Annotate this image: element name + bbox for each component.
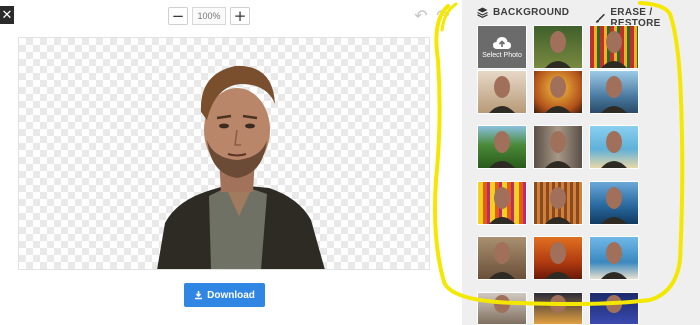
background-thumb[interactable] xyxy=(589,181,639,225)
redo-icon[interactable]: ↷ xyxy=(434,6,452,25)
zoom-controls: − 100% + xyxy=(168,7,250,25)
background-thumb[interactable] xyxy=(533,236,583,280)
background-thumb[interactable] xyxy=(477,70,527,114)
download-label: Download xyxy=(207,289,255,301)
background-thumb[interactable] xyxy=(533,125,583,169)
background-thumb[interactable] xyxy=(477,125,527,169)
background-thumb[interactable] xyxy=(589,70,639,114)
background-thumb[interactable] xyxy=(589,125,639,169)
tab-background[interactable]: BACKGROUND xyxy=(477,7,569,18)
cutout-person xyxy=(157,65,325,269)
layers-icon xyxy=(477,7,488,18)
download-icon xyxy=(195,290,203,299)
tab-background-label: BACKGROUND xyxy=(493,7,570,18)
brush-icon xyxy=(595,13,605,23)
background-thumb[interactable] xyxy=(533,25,583,69)
editor-canvas[interactable] xyxy=(18,37,430,270)
background-thumb[interactable] xyxy=(533,292,583,325)
zoom-in-button[interactable]: + xyxy=(230,7,250,25)
upload-cloud-icon xyxy=(493,36,511,49)
background-thumb[interactable] xyxy=(589,25,639,69)
background-thumb[interactable] xyxy=(533,70,583,114)
background-thumb[interactable] xyxy=(477,236,527,280)
download-button[interactable]: Download xyxy=(184,283,265,307)
background-thumb[interactable] xyxy=(533,181,583,225)
select-photo-button[interactable]: Select Photo xyxy=(477,25,527,69)
close-icon[interactable]: ✕ xyxy=(0,6,14,24)
background-thumb[interactable] xyxy=(589,292,639,325)
zoom-level: 100% xyxy=(192,7,226,25)
background-thumb[interactable] xyxy=(477,181,527,225)
background-thumb[interactable] xyxy=(477,292,527,325)
photo-editor: ✕ − 100% + ↶ ↷ Download BACKGROUND ERASE… xyxy=(0,0,700,325)
select-photo-label: Select Photo xyxy=(482,51,522,59)
background-thumb[interactable] xyxy=(589,236,639,280)
zoom-out-button[interactable]: − xyxy=(168,7,188,25)
undo-icon[interactable]: ↶ xyxy=(412,6,430,25)
